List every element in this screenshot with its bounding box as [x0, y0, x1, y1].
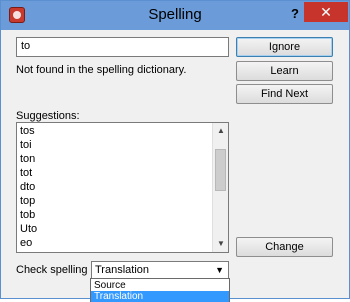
suggestions-label: Suggestions: [16, 110, 80, 122]
list-item[interactable]: top [20, 194, 35, 208]
status-text: Not found in the spelling dictionary. [16, 64, 187, 76]
dropdown-option-source[interactable]: Source [91, 280, 229, 291]
title-bar[interactable]: Spelling ? ✕ [1, 1, 349, 30]
list-item[interactable]: tot [20, 166, 32, 180]
list-item[interactable]: Uto [20, 222, 37, 236]
list-item[interactable]: dto [20, 180, 35, 194]
suggestions-list[interactable]: tos toi ton tot dto top tob Uto eo ▲ ▼ [16, 122, 229, 253]
list-item[interactable]: tob [20, 208, 35, 222]
check-spelling-dropdown[interactable]: Source Translation [90, 278, 230, 302]
list-item[interactable]: ton [20, 152, 35, 166]
list-item[interactable]: toi [20, 138, 32, 152]
find-next-button[interactable]: Find Next [236, 84, 333, 104]
help-button[interactable]: ? [285, 5, 305, 23]
check-spelling-label: Check spelling in: [16, 264, 103, 276]
suggestions-scrollbar[interactable]: ▲ ▼ [212, 123, 228, 252]
list-item[interactable]: eo [20, 236, 32, 250]
dialog-body: to Ignore Learn Find Next Not found in t… [8, 31, 343, 302]
scroll-down-icon[interactable]: ▼ [213, 236, 228, 252]
scroll-thumb[interactable] [215, 149, 226, 191]
ignore-button[interactable]: Ignore [236, 37, 333, 57]
close-button[interactable]: ✕ [304, 2, 348, 22]
list-item[interactable]: tos [20, 124, 35, 138]
word-input[interactable]: to [16, 37, 229, 57]
change-button[interactable]: Change [236, 237, 333, 257]
check-spelling-value: Translation [95, 264, 150, 276]
check-spelling-select[interactable]: Translation ▼ [91, 261, 229, 279]
learn-button[interactable]: Learn [236, 61, 333, 81]
chevron-down-icon[interactable]: ▼ [215, 263, 224, 277]
spelling-dialog: Spelling ? ✕ to Ignore Learn Find Next N… [0, 0, 350, 302]
scroll-up-icon[interactable]: ▲ [213, 123, 228, 139]
dropdown-option-translation[interactable]: Translation [91, 291, 229, 302]
